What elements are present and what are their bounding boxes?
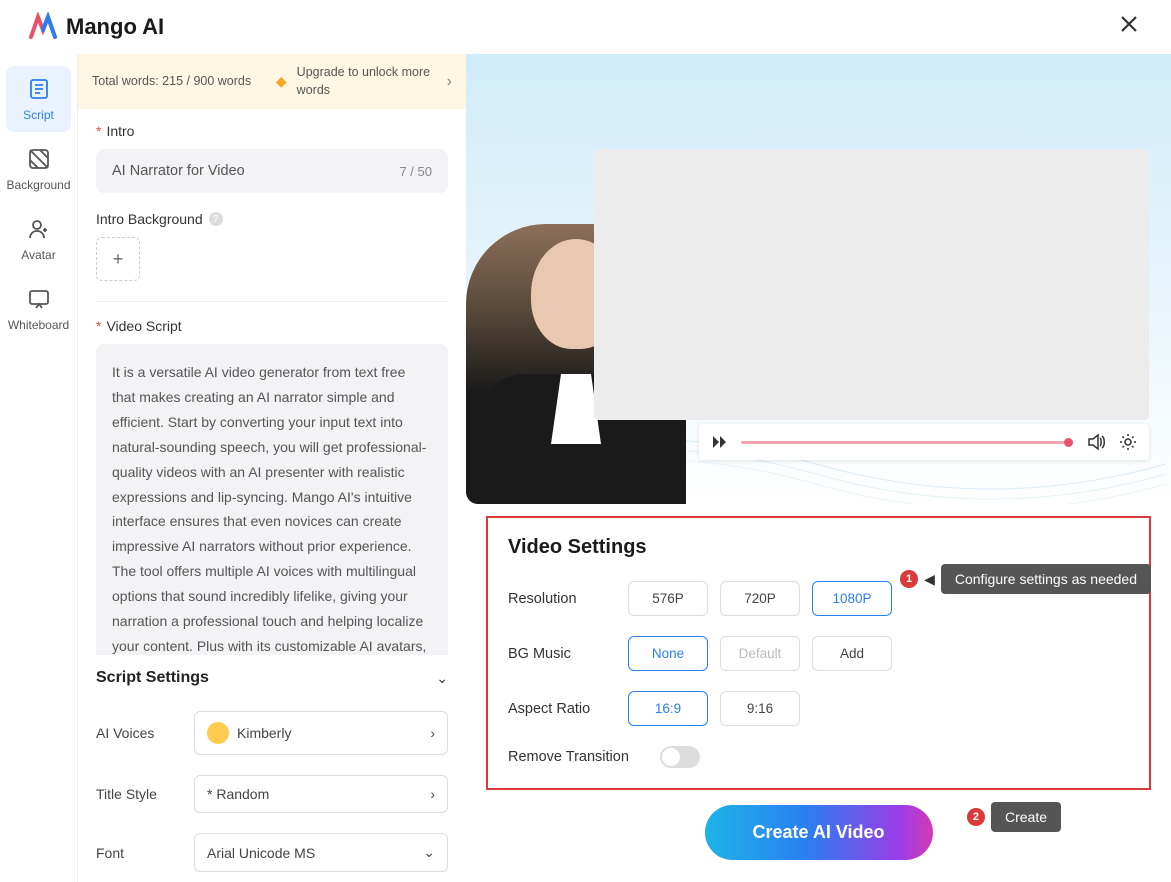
callout-1: 1 ◀ Configure settings as needed [900, 564, 1151, 594]
aspect-label: Aspect Ratio [508, 701, 616, 717]
aspect-16-9[interactable]: 16:9 [628, 691, 708, 726]
sidebar-item-label: Script [23, 108, 54, 122]
remove-transition-toggle[interactable] [660, 746, 700, 768]
script-settings-title: Script Settings [96, 669, 209, 687]
skip-icon[interactable] [711, 434, 727, 450]
add-background-button[interactable]: + [96, 237, 140, 281]
bgmusic-default[interactable]: Default [720, 636, 800, 671]
video-script-label: Video Script [106, 318, 181, 334]
intro-value: AI Narrator for Video [112, 163, 399, 179]
timeline-slider[interactable] [741, 441, 1073, 444]
app-name: Mango AI [66, 14, 164, 40]
divider [96, 301, 448, 302]
bgmusic-none[interactable]: None [628, 636, 708, 671]
video-controls [699, 424, 1149, 460]
resolution-720p[interactable]: 720P [720, 581, 800, 616]
resolution-576p[interactable]: 576P [628, 581, 708, 616]
video-script-textarea[interactable]: It is a versatile AI video generator fro… [96, 344, 448, 655]
aspect-9-16[interactable]: 9:16 [720, 691, 800, 726]
callout-badge-2: 2 [967, 808, 985, 826]
intro-input[interactable]: AI Narrator for Video 7 / 50 [96, 149, 448, 193]
voice-avatar-icon [207, 722, 229, 744]
chevron-down-icon: ⌄ [423, 844, 435, 861]
script-icon [26, 76, 52, 102]
sidebar-item-script[interactable]: Script [6, 66, 71, 132]
callout-2: 2 Create [967, 802, 1061, 832]
script-settings-toggle[interactable]: Script Settings ⌄ [78, 655, 466, 701]
bgmusic-add[interactable]: Add [812, 636, 892, 671]
arrow-left-icon: ◀ [924, 571, 935, 588]
video-settings-panel: Video Settings Resolution 576P 720P 1080… [486, 516, 1151, 790]
sidebar-item-label: Background [6, 178, 70, 192]
sidebar-item-avatar[interactable]: Avatar [6, 206, 71, 272]
close-button[interactable] [1115, 9, 1143, 45]
callout-text-2: Create [991, 802, 1061, 832]
logo-icon [28, 12, 58, 42]
bgmusic-label: BG Music [508, 646, 616, 662]
video-settings-title: Video Settings [508, 536, 1129, 559]
intro-bg-label: Intro Background [96, 211, 203, 227]
preview-slide [594, 149, 1149, 420]
app-logo: Mango AI [28, 12, 164, 42]
font-label: Font [96, 845, 178, 861]
sidebar-item-background[interactable]: Background [6, 136, 71, 202]
avatar-icon [26, 216, 52, 242]
callout-badge-1: 1 [900, 570, 918, 588]
chevron-down-icon: ⌄ [436, 670, 448, 687]
title-style-label: Title Style [96, 786, 178, 802]
sidebar-item-label: Whiteboard [8, 318, 69, 332]
font-select[interactable]: Arial Unicode MS ⌄ [194, 833, 448, 872]
background-icon [26, 146, 52, 172]
ai-voices-label: AI Voices [96, 725, 178, 741]
callout-text-1: Configure settings as needed [941, 564, 1151, 594]
remove-transition-label: Remove Transition [508, 749, 648, 765]
ai-voices-select[interactable]: Kimberly › [194, 711, 448, 755]
whiteboard-icon [26, 286, 52, 312]
voice-value: Kimberly [237, 725, 291, 741]
upgrade-message: Upgrade to unlock more words [297, 64, 437, 99]
font-value: Arial Unicode MS [207, 845, 315, 861]
intro-label: Intro [106, 123, 134, 139]
volume-icon[interactable] [1087, 433, 1105, 451]
chevron-right-icon: › [430, 725, 435, 741]
sidebar-item-label: Avatar [21, 248, 55, 262]
chevron-right-icon: › [447, 73, 452, 91]
diamond-icon: ◆ [276, 73, 287, 90]
chevron-right-icon: › [430, 786, 435, 802]
create-ai-video-button[interactable]: Create AI Video [704, 805, 932, 860]
resolution-1080p[interactable]: 1080P [812, 581, 892, 616]
video-preview [466, 54, 1171, 504]
gear-icon[interactable] [1119, 433, 1137, 451]
sidebar-item-whiteboard[interactable]: Whiteboard [6, 276, 71, 342]
title-style-select[interactable]: * Random › [194, 775, 448, 813]
title-style-value: * Random [207, 786, 269, 802]
resolution-label: Resolution [508, 591, 616, 607]
upgrade-banner[interactable]: Total words: 215 / 900 words ◆ Upgrade t… [78, 54, 466, 109]
help-icon[interactable]: ? [209, 212, 223, 226]
word-count: Total words: 215 / 900 words [92, 72, 251, 91]
intro-counter: 7 / 50 [399, 164, 432, 179]
